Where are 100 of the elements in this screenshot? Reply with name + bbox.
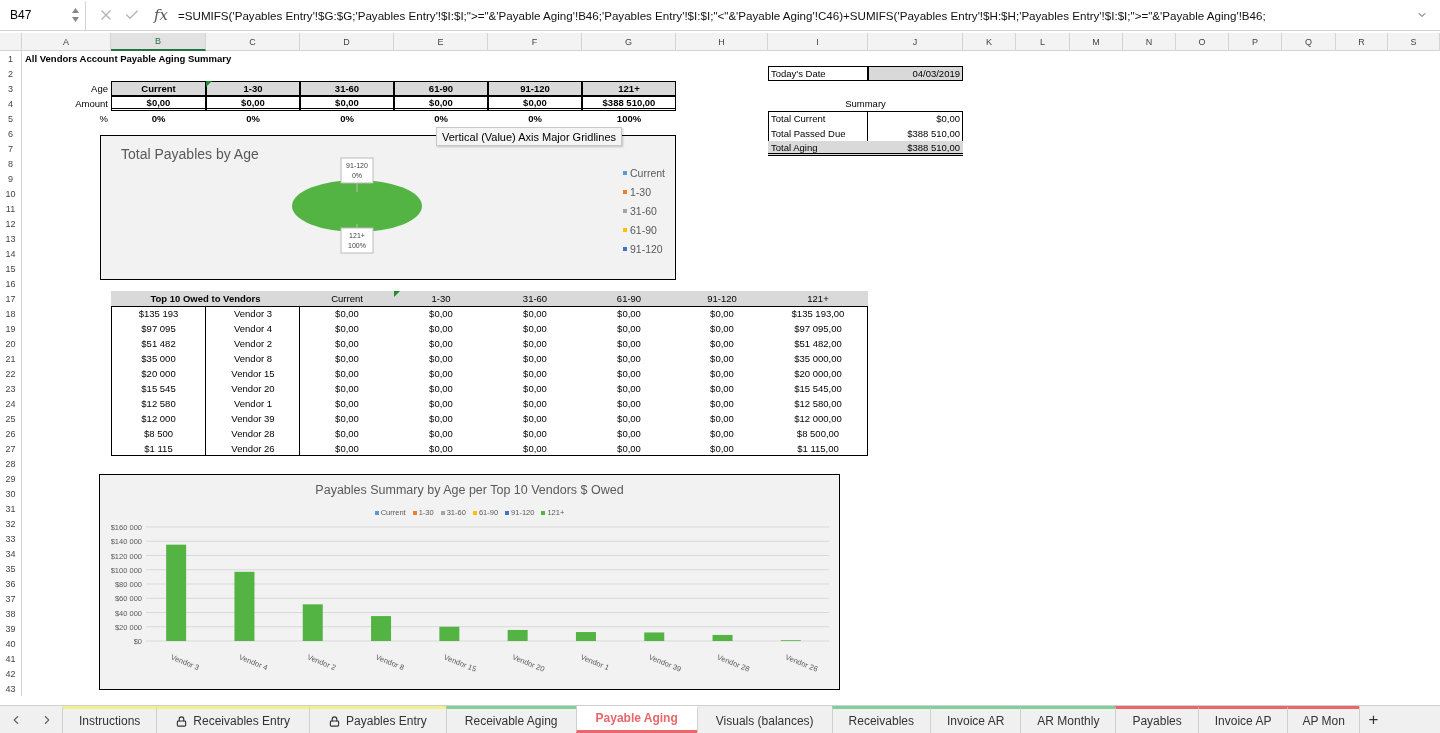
row-header[interactable]: 35 — [0, 561, 22, 576]
row-header[interactable]: 29 — [0, 471, 22, 486]
row-header[interactable]: 6 — [0, 126, 22, 141]
row-header[interactable]: 20 — [0, 336, 22, 351]
sheet-tab[interactable]: AR Monthly — [1020, 706, 1116, 733]
sheet-tab[interactable]: Receivables Entry — [156, 706, 310, 733]
row-header[interactable]: 23 — [0, 381, 22, 396]
table-cell-text: $12 000,00 — [793, 412, 843, 426]
row-header[interactable]: 37 — [0, 591, 22, 606]
column-header[interactable]: N — [1123, 33, 1176, 51]
table-cell-text: $0,00 — [616, 337, 642, 351]
row-header[interactable]: 40 — [0, 636, 22, 651]
column-header[interactable]: S — [1388, 33, 1440, 51]
row-header[interactable]: 14 — [0, 246, 22, 261]
row-header[interactable]: 21 — [0, 351, 22, 366]
table-cell-text: $35 000,00 — [793, 352, 843, 366]
sheet-tab[interactable]: Invoice AR — [930, 706, 1021, 733]
table-cell: 61-90 — [394, 81, 488, 96]
row-header[interactable]: 39 — [0, 621, 22, 636]
row-header[interactable]: 15 — [0, 261, 22, 276]
row-header[interactable]: 24 — [0, 396, 22, 411]
row-header[interactable]: 10 — [0, 186, 22, 201]
sheet-tab[interactable]: Payables — [1115, 706, 1198, 733]
table-cell-text: $0,00 — [522, 382, 548, 396]
row-header[interactable]: 41 — [0, 651, 22, 666]
row-header[interactable]: 28 — [0, 456, 22, 471]
formula-text[interactable]: =SUMIFS('Payables Entry'!$G:$G;'Payables Entry'!$I:$I;">="&'Payable Aging'!B46;'Payables Entry'!$I:$I;"<"&'Payable Aging'!C46)+SUMIFS('Payables Entry'!$H:$H;'Payables Entry'!$I:$I;">="&'Payable Aging'!B46; — [178, 8, 1416, 22]
row-header[interactable]: 27 — [0, 441, 22, 456]
chart-title: Total Payables by Age — [120, 145, 259, 162]
table-cell-text: $0,00 — [616, 352, 642, 366]
table-cell-text: $0,00 — [522, 397, 548, 411]
row-header[interactable]: 19 — [0, 321, 22, 336]
column-header[interactable]: C — [206, 33, 300, 51]
column-header[interactable]: J — [868, 33, 963, 51]
row-header[interactable]: 13 — [0, 231, 22, 246]
table-cell-text: Total Current — [770, 112, 827, 126]
row-header[interactable]: 5 — [0, 111, 22, 126]
row-header[interactable]: 34 — [0, 546, 22, 561]
table-cell-text: $15 545 — [140, 382, 177, 396]
row-header[interactable]: 18 — [0, 306, 22, 321]
column-header[interactable]: K — [963, 33, 1016, 51]
column-header[interactable]: G — [582, 33, 676, 51]
row-header[interactable]: 25 — [0, 411, 22, 426]
row-header[interactable]: 33 — [0, 531, 22, 546]
sheet-tab[interactable]: AP Mon — [1287, 706, 1359, 733]
table-cell-text: $0,00 — [522, 427, 548, 441]
sheet-tab[interactable]: Receivables — [831, 706, 930, 733]
row-header[interactable]: 3 — [0, 81, 22, 96]
row-header[interactable]: 30 — [0, 486, 22, 501]
row-header[interactable]: 4 — [0, 96, 22, 111]
table-cell-text: Vendor 15 — [230, 367, 276, 381]
table-cell-text: $0,00 — [522, 307, 548, 321]
row-header[interactable]: 16 — [0, 276, 22, 291]
column-header[interactable]: L — [1016, 33, 1070, 51]
sheet-tab[interactable]: Visuals (balances) — [696, 706, 832, 733]
row-header[interactable]: 22 — [0, 366, 22, 381]
row-header[interactable]: 36 — [0, 576, 22, 591]
row-header[interactable]: 11 — [0, 201, 22, 216]
row-header[interactable]: 2 — [0, 66, 22, 81]
row-header[interactable]: 12 — [0, 216, 22, 231]
table-cell-text: Vendor 20 — [230, 382, 276, 396]
column-header[interactable]: P — [1229, 33, 1282, 51]
function-button[interactable]: fx — [154, 6, 168, 24]
add-sheet-button[interactable]: + — [1358, 706, 1387, 733]
column-header[interactable]: E — [394, 33, 488, 51]
table-cell-text: $0,00 — [709, 412, 735, 426]
table-cell-text: $0,00 — [428, 337, 454, 351]
column-header[interactable]: A — [22, 33, 111, 51]
stepper-icon[interactable] — [72, 8, 79, 22]
select-all-corner[interactable] — [0, 33, 22, 51]
column-header[interactable]: R — [1336, 33, 1388, 51]
table-cell-text: $0,00 — [428, 382, 454, 396]
table-cell-text: $0,00 — [428, 367, 454, 381]
sheet-tab[interactable]: Payables Entry — [309, 706, 446, 733]
sheet-tab[interactable]: Instructions — [62, 706, 157, 733]
column-header[interactable]: Q — [1282, 33, 1336, 51]
row-header[interactable]: 38 — [0, 606, 22, 621]
column-header[interactable]: I — [768, 33, 868, 51]
table-cell-text: $0,00 — [709, 427, 735, 441]
row-header[interactable]: 8 — [0, 156, 22, 171]
row-header[interactable]: 42 — [0, 666, 22, 681]
column-header[interactable]: B — [111, 33, 206, 51]
row-header[interactable]: 26 — [0, 426, 22, 441]
row-header[interactable]: 43 — [0, 681, 22, 696]
table-cell-text: $0,00 — [428, 442, 454, 456]
table-cell-text: Vendor 26 — [230, 442, 276, 456]
row-header[interactable]: 7 — [0, 141, 22, 156]
column-header[interactable]: M — [1070, 33, 1123, 51]
column-heading: 121+ — [806, 292, 830, 306]
row-header[interactable]: 32 — [0, 516, 22, 531]
name-box[interactable]: B47 — [0, 0, 86, 30]
column-header[interactable]: F — [488, 33, 582, 51]
row-header[interactable]: 17 — [0, 291, 22, 306]
sheet-tab[interactable]: Invoice AP — [1197, 706, 1288, 733]
row-header[interactable]: 9 — [0, 171, 22, 186]
row-header[interactable]: 1 — [0, 51, 22, 66]
column-header[interactable]: O — [1176, 33, 1229, 51]
row-header[interactable]: 31 — [0, 501, 22, 516]
column-header[interactable]: H — [676, 33, 768, 51]
column-header[interactable]: D — [300, 33, 394, 51]
